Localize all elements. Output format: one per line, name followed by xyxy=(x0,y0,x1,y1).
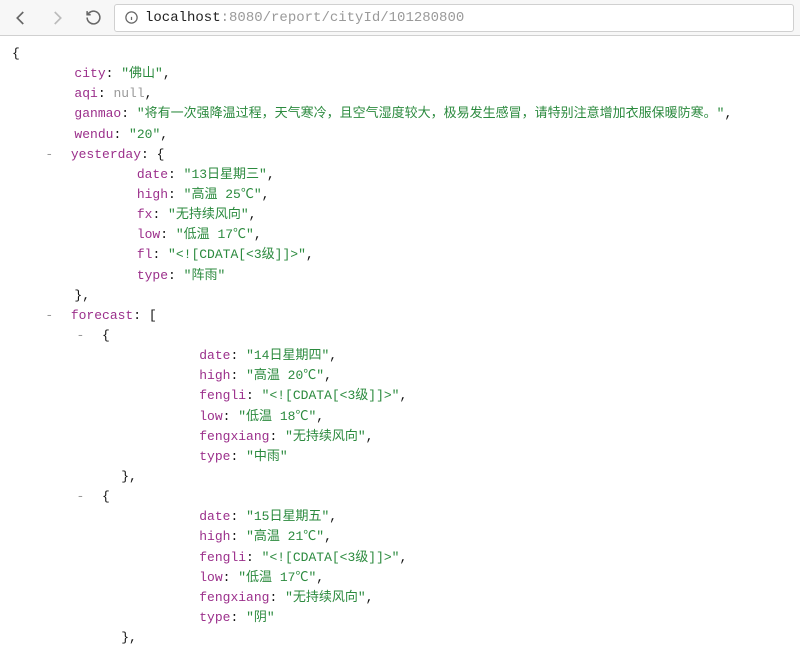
back-button[interactable] xyxy=(7,4,35,32)
site-info-icon[interactable] xyxy=(123,10,139,26)
forward-button[interactable] xyxy=(43,4,71,32)
collapse-toggle[interactable]: - xyxy=(43,145,55,165)
reload-button[interactable] xyxy=(79,4,107,32)
json-viewer: { city: "佛山", aqi: null, ganmao: "将有一次强降… xyxy=(0,36,800,656)
browser-toolbar: localhost:8080/report/cityId/101280800 xyxy=(0,0,800,36)
collapse-toggle[interactable]: - xyxy=(43,306,55,326)
collapse-toggle[interactable]: - xyxy=(74,487,86,507)
address-bar[interactable]: localhost:8080/report/cityId/101280800 xyxy=(114,4,794,32)
url-text: localhost:8080/report/cityId/101280800 xyxy=(145,10,464,26)
collapse-toggle[interactable]: - xyxy=(74,326,86,346)
